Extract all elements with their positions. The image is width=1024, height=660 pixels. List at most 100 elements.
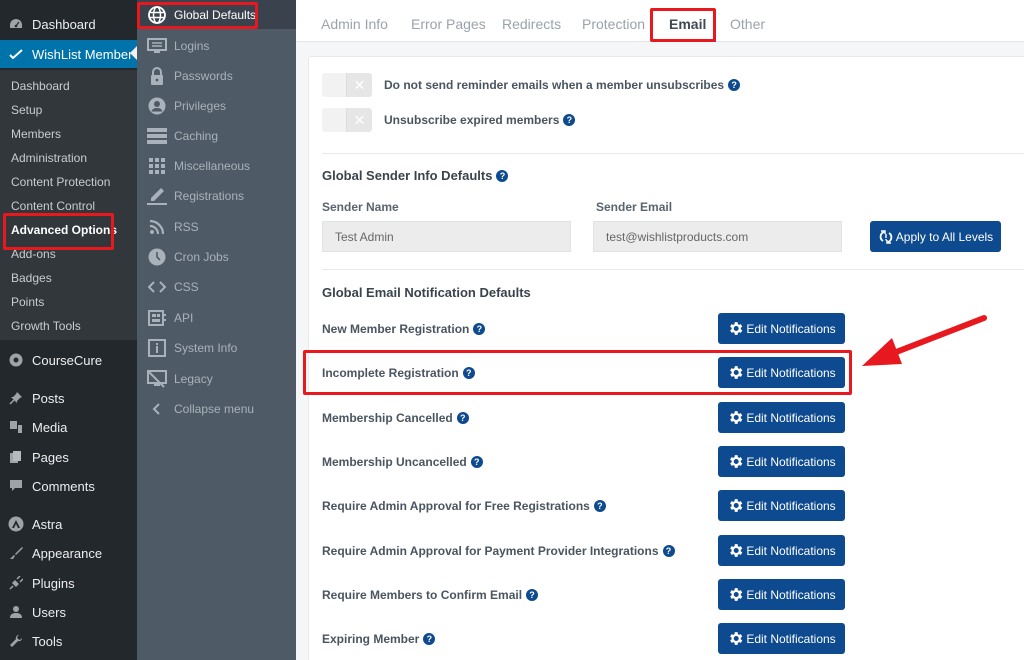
edit-notifications-button[interactable]: Edit Notifications: [718, 535, 845, 566]
help-icon[interactable]: ?: [470, 456, 483, 468]
notification-label-text: Require Members to Confirm Email: [322, 588, 523, 602]
menu-dashboard[interactable]: Dashboard: [0, 10, 137, 38]
tab-admin-info[interactable]: Admin Info: [321, 16, 388, 32]
submenu-members[interactable]: Members: [11, 127, 61, 141]
tab-protection[interactable]: Protection: [582, 16, 645, 32]
brush-icon: [8, 545, 24, 561]
active-menu-pointer: [130, 46, 137, 60]
toggle-knob: [322, 108, 347, 132]
help-icon[interactable]: ?: [496, 169, 509, 182]
collapse-menu-button[interactable]: Collapse menu: [137, 394, 296, 424]
nav-label: System Info: [174, 341, 238, 355]
nav-global-defaults[interactable]: Global Defaults: [137, 0, 296, 29]
nav-privileges[interactable]: Privileges: [137, 91, 296, 121]
nav-api[interactable]: API: [137, 303, 296, 333]
help-icon[interactable]: ?: [662, 545, 675, 557]
help-icon[interactable]: ?: [526, 589, 539, 601]
tab-email[interactable]: Email: [669, 16, 706, 32]
submenu-administration[interactable]: Administration: [11, 151, 87, 165]
nav-css[interactable]: CSS: [137, 272, 296, 302]
toggle-unsubscribe-expired[interactable]: ✕: [322, 108, 372, 132]
nav-legacy[interactable]: Legacy: [137, 364, 296, 394]
menu-label: CourseCure: [32, 352, 103, 368]
sender-name-input[interactable]: Test Admin: [322, 221, 571, 252]
globe-icon: [147, 5, 167, 24]
sender-email-input[interactable]: test@wishlistproducts.com: [593, 221, 842, 252]
nav-rss[interactable]: RSS: [137, 212, 296, 242]
nav-label: Logins: [174, 39, 210, 53]
divider: [322, 269, 1024, 270]
divider: [322, 153, 1024, 154]
notification-label-text: Require Admin Approval for Free Registra…: [322, 499, 590, 513]
tab-error-pages[interactable]: Error Pages: [411, 16, 486, 32]
sender-name-label: Sender Name: [322, 200, 399, 214]
help-icon[interactable]: ?: [462, 367, 475, 379]
menu-media[interactable]: Media: [0, 413, 137, 441]
submenu-add-ons[interactable]: Add-ons: [11, 247, 56, 261]
nav-miscellaneous[interactable]: Miscellaneous: [137, 151, 296, 181]
nav-cron-jobs[interactable]: Cron Jobs: [137, 242, 296, 272]
help-icon[interactable]: ?: [728, 79, 741, 91]
nav-caching[interactable]: Caching: [137, 121, 296, 151]
edit-notifications-button[interactable]: Edit Notifications: [718, 446, 845, 477]
menu-wishlist-member[interactable]: WishList Member: [0, 40, 137, 68]
nav-logins[interactable]: Logins: [137, 31, 296, 61]
menu-users[interactable]: Users: [0, 598, 137, 626]
help-icon[interactable]: ?: [563, 114, 576, 126]
apply-to-all-levels-button[interactable]: Apply to All Levels: [870, 221, 1001, 252]
nav-registrations[interactable]: Registrations: [137, 181, 296, 211]
edit-notifications-button[interactable]: Edit Notifications: [718, 402, 845, 433]
chevron-left-icon: [147, 400, 167, 418]
notification-row: Membership Uncancelled? Edit Notification…: [322, 446, 1022, 478]
edit-notifications-button[interactable]: Edit Notifications: [718, 313, 845, 344]
button-label: Edit Notifications: [746, 631, 836, 646]
submenu-content-control[interactable]: Content Control: [11, 199, 95, 213]
menu-pages[interactable]: Pages: [0, 443, 137, 471]
menu-astra[interactable]: Astra: [0, 510, 137, 538]
nav-label: CSS: [174, 280, 199, 294]
nav-label: Miscellaneous: [174, 159, 251, 173]
help-icon[interactable]: ?: [473, 323, 486, 335]
tab-redirects[interactable]: Redirects: [502, 16, 561, 32]
nav-label: Caching: [174, 129, 219, 143]
submenu-badges[interactable]: Badges: [11, 271, 52, 285]
notification-row: Require Members to Confirm Email? Edit No…: [322, 579, 1022, 611]
menu-tools[interactable]: Tools: [0, 627, 137, 655]
close-icon: ✕: [353, 111, 366, 128]
notification-label: New Member Registration?: [322, 322, 486, 336]
tab-other[interactable]: Other: [730, 16, 765, 32]
menu-coursecure[interactable]: CourseCure: [0, 346, 137, 374]
notification-row: Require Admin Approval for Payment Provi…: [322, 535, 1022, 567]
notification-label: Expiring Member?: [322, 632, 436, 646]
submenu-points[interactable]: Points: [11, 295, 44, 309]
menu-posts[interactable]: Posts: [0, 384, 137, 412]
submenu-dashboard[interactable]: Dashboard: [11, 79, 70, 93]
section-title-text: Global Sender Info Defaults: [322, 168, 493, 183]
help-icon[interactable]: ?: [423, 633, 436, 645]
gear-icon: [727, 497, 744, 514]
help-icon[interactable]: ?: [593, 500, 606, 512]
help-icon[interactable]: ?: [456, 412, 469, 424]
menu-comments[interactable]: Comments: [0, 472, 137, 500]
edit-notifications-button[interactable]: Edit Notifications: [718, 579, 845, 610]
nav-passwords[interactable]: Passwords: [137, 61, 296, 91]
submenu-setup[interactable]: Setup: [11, 103, 42, 117]
pages-icon: [8, 449, 24, 465]
menu-plugins[interactable]: Plugins: [0, 569, 137, 597]
nav-label: Privileges: [174, 99, 227, 113]
submenu-growth-tools[interactable]: Growth Tools: [11, 319, 81, 333]
menu-appearance[interactable]: Appearance: [0, 539, 137, 567]
nav-system-info[interactable]: System Info: [137, 333, 296, 363]
edit-notifications-button[interactable]: Edit Notifications: [718, 623, 845, 654]
section-title-text: Global Email Notification Defaults: [322, 285, 531, 300]
toggle-no-reminder-on-unsubscribe[interactable]: ✕: [322, 73, 372, 97]
edit-notifications-button[interactable]: Edit Notifications: [718, 490, 845, 521]
api-icon: [147, 309, 167, 327]
edit-notifications-button[interactable]: Edit Notifications: [718, 357, 845, 388]
button-label: Edit Notifications: [746, 321, 836, 336]
menu-label: Dashboard: [32, 16, 96, 32]
comment-icon: [8, 478, 24, 494]
submenu-content-protection[interactable]: Content Protection: [11, 175, 110, 189]
server-icon: [147, 127, 167, 145]
submenu-advanced-options[interactable]: Advanced Options: [11, 223, 117, 237]
